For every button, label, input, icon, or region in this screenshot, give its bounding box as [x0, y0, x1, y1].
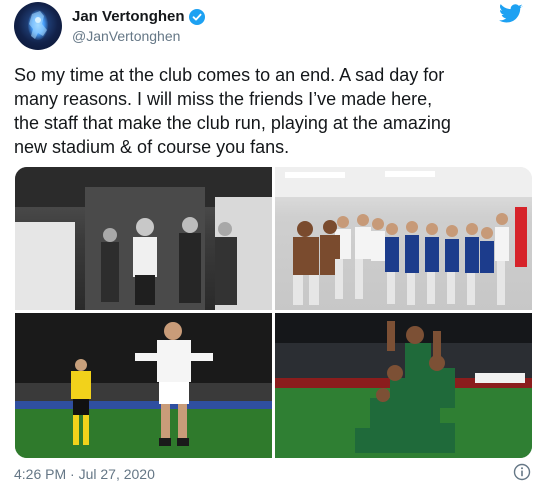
verified-badge-icon: [188, 8, 205, 25]
twitter-bird-icon[interactable]: [499, 4, 523, 24]
display-name[interactable]: Jan Vertonghen: [72, 8, 185, 25]
author-names: Jan Vertonghen @JanVertonghen: [72, 8, 205, 44]
tweet-card: Jan Vertonghen @JanVertonghen So my time…: [0, 0, 543, 486]
player-celebrating-on-pitch-photo[interactable]: [15, 313, 272, 458]
info-icon[interactable]: [513, 463, 531, 481]
team-celebration-dressing-room-photo[interactable]: [275, 167, 532, 310]
tweet-header: Jan Vertonghen @JanVertonghen: [14, 2, 529, 50]
players-pile-celebration-photo[interactable]: [275, 313, 532, 458]
media-grid: [15, 167, 532, 458]
handle[interactable]: @JanVertonghen: [72, 28, 205, 44]
black-and-white-tunnel-photo[interactable]: [15, 167, 272, 310]
avatar[interactable]: [14, 2, 62, 50]
tweet-timestamp[interactable]: 4:26 PM · Jul 27, 2020: [14, 466, 155, 482]
tweet-text: So my time at the club comes to an end. …: [14, 65, 451, 157]
